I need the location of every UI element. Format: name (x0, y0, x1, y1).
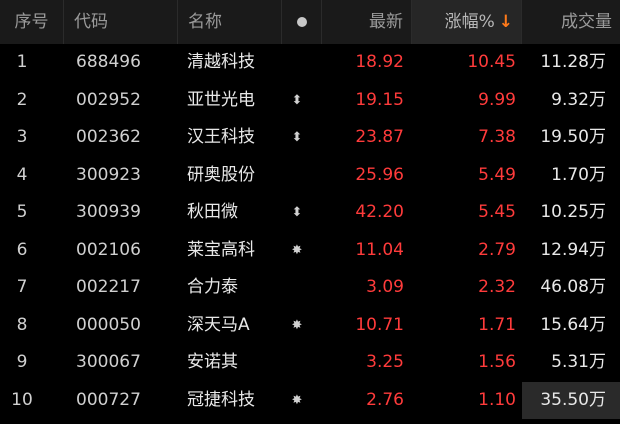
row-volume: 12.94万 (540, 239, 606, 260)
row-latest-price: 25.96 (355, 164, 404, 185)
row-mark-icon: ⬍ (291, 205, 303, 220)
row-change-pct: 1.71 (478, 314, 516, 335)
row-latest-price: 10.71 (355, 314, 404, 335)
row-volume: 19.50万 (540, 127, 606, 147)
row-index: 3 (16, 127, 28, 147)
row-code: 000727 (76, 389, 141, 410)
dot-icon (296, 17, 307, 27)
row-latest-price: 3.25 (366, 352, 404, 372)
row-mark-icon: ✸ (291, 242, 303, 258)
row-mark-icon: ⬍ (291, 130, 303, 145)
row-code: 002952 (76, 89, 141, 110)
table-row[interactable]: 10 000727 冠捷科技 ✸ 2.76 1.10 35.50万 (0, 381, 620, 419)
row-mark-icon: ✸ (291, 317, 303, 333)
row-volume: 1.70万 (551, 164, 606, 185)
row-change-pct: 1.10 (478, 389, 516, 410)
stock-ranking-table: 序号 代码 名称 最新 涨幅% ↓ 成交量 1 688496 清越科技 18.92 10.… (0, 0, 620, 424)
row-code: 300939 (76, 202, 141, 222)
table-row[interactable]: 2 002952 亚世光电 ⬍ 19.15 9.99 9.32万 (0, 82, 620, 120)
row-mark-icon: ⬍ (291, 92, 303, 108)
row-latest-price: 3.09 (366, 277, 404, 297)
header-volume[interactable]: 成交量 (522, 0, 620, 44)
table-header: 序号 代码 名称 最新 涨幅% ↓ 成交量 (0, 0, 620, 44)
table-row[interactable]: 6 002106 莱宝高科 ✸ 11.04 2.79 12.94万 (0, 232, 620, 270)
row-change-pct: 9.99 (478, 89, 516, 110)
header-change-pct[interactable]: 涨幅% ↓ (412, 0, 522, 44)
row-name: 莱宝高科 (187, 239, 255, 260)
table-row[interactable]: 9 300067 安诺其 3.25 1.56 5.31万 (0, 344, 620, 382)
row-index: 1 (16, 52, 28, 72)
row-name: 安诺其 (187, 352, 238, 372)
row-change-pct: 1.56 (478, 352, 516, 372)
row-latest-price: 18.92 (355, 52, 404, 72)
row-volume: 5.31万 (551, 352, 606, 372)
table-row[interactable]: 5 300939 秋田微 ⬍ 42.20 5.45 10.25万 (0, 194, 620, 232)
row-latest-price: 19.15 (355, 89, 404, 110)
sort-desc-arrow-icon: ↓ (498, 12, 513, 32)
row-code: 002362 (76, 127, 141, 147)
table-row[interactable]: 4 300923 研奥股份 25.96 5.49 1.70万 (0, 157, 620, 195)
row-index: 7 (16, 277, 28, 297)
row-change-pct: 5.45 (478, 202, 516, 222)
row-code: 300067 (76, 352, 141, 372)
row-code: 300923 (76, 164, 141, 185)
row-code: 002217 (76, 277, 141, 297)
row-latest-price: 2.76 (366, 389, 404, 410)
row-volume: 9.32万 (551, 89, 606, 110)
row-code: 000050 (76, 314, 141, 335)
header-name[interactable]: 名称 (178, 0, 282, 44)
row-mark-icon (282, 44, 312, 82)
row-code: 688496 (76, 52, 141, 72)
table-row[interactable]: 3 002362 汉王科技 ⬍ 23.87 7.38 19.50万 (0, 119, 620, 157)
row-name: 汉王科技 (187, 127, 255, 147)
row-index: 4 (16, 164, 28, 185)
row-volume: 11.28万 (540, 52, 606, 72)
header-index[interactable]: 序号 (0, 0, 64, 44)
header-code[interactable]: 代码 (64, 0, 178, 44)
row-change-pct: 2.32 (478, 277, 516, 297)
table-row[interactable]: 7 002217 合力泰 3.09 2.32 46.08万 (0, 269, 620, 307)
row-name: 亚世光电 (187, 89, 255, 110)
row-name: 深天马A (187, 314, 250, 335)
row-code: 002106 (76, 239, 141, 260)
header-latest[interactable]: 最新 (322, 0, 412, 44)
row-index: 6 (16, 239, 28, 260)
table-row[interactable]: 8 000050 深天马A ✸ 10.71 1.71 15.64万 (0, 307, 620, 345)
row-name: 合力泰 (187, 277, 238, 297)
row-change-pct: 7.38 (478, 127, 516, 147)
row-mark-icon (282, 344, 312, 382)
row-volume: 35.50万 (540, 389, 606, 410)
row-index: 9 (16, 352, 28, 372)
row-change-pct: 10.45 (467, 52, 516, 72)
row-name: 秋田微 (187, 202, 238, 222)
row-index: 5 (16, 202, 28, 222)
row-latest-price: 11.04 (355, 239, 404, 260)
row-change-pct: 2.79 (478, 239, 516, 260)
row-name: 清越科技 (187, 52, 255, 72)
header-mark-column[interactable] (282, 0, 322, 44)
row-mark-icon (282, 157, 312, 195)
row-index: 2 (16, 89, 28, 110)
row-latest-price: 23.87 (355, 127, 404, 147)
row-index: 10 (11, 389, 33, 410)
row-index: 8 (16, 314, 28, 335)
table-row[interactable]: 1 688496 清越科技 18.92 10.45 11.28万 (0, 44, 620, 82)
row-mark-icon: ✸ (291, 392, 303, 408)
row-mark-icon (282, 269, 312, 307)
header-change-pct-label: 涨幅% (444, 12, 495, 32)
row-latest-price: 42.20 (355, 202, 404, 222)
row-change-pct: 5.49 (478, 164, 516, 185)
row-name: 研奥股份 (187, 164, 255, 185)
row-volume: 15.64万 (540, 314, 606, 335)
row-volume: 10.25万 (540, 202, 606, 222)
row-volume: 46.08万 (540, 277, 606, 297)
row-name: 冠捷科技 (187, 389, 255, 410)
